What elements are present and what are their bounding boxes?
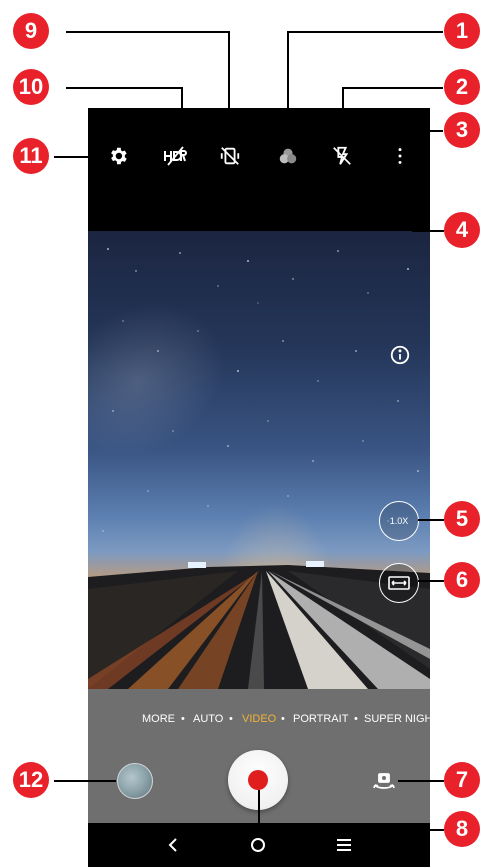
zoom-label: 1.0X (389, 516, 409, 526)
recents-icon[interactable] (334, 835, 354, 855)
mode-more[interactable]: MORE (142, 713, 175, 725)
callout-line-8 (258, 829, 444, 831)
top-toolbar (88, 108, 430, 231)
gallery-thumbnail[interactable] (117, 763, 153, 799)
info-icon[interactable] (389, 344, 411, 366)
callout-line-1-vertical (287, 31, 289, 144)
callout-badge-9: 9 (13, 13, 49, 49)
callout-badge-1: 1 (444, 13, 480, 49)
callout-line-12 (54, 780, 116, 782)
callout-line-10 (66, 87, 182, 89)
record-icon (248, 770, 268, 790)
callout-line-6 (418, 580, 444, 582)
camera-screen: 1.0X MORE • AUTO • VIDEO • PORTRAIT • SU… (88, 108, 430, 867)
mode-separator: • (229, 713, 233, 725)
callout-badge-6: 6 (444, 562, 480, 598)
callout-line-10-vertical (181, 87, 183, 144)
more-vert-icon[interactable] (389, 145, 411, 167)
callout-badge-10: 10 (13, 69, 49, 105)
callout-line-5 (418, 519, 444, 521)
camera-viewfinder[interactable] (88, 231, 430, 689)
callout-badge-5: 5 (444, 501, 480, 537)
callout-line-7 (398, 780, 444, 782)
switch-camera-icon[interactable] (372, 770, 396, 794)
callout-line-8-vertical (258, 790, 260, 830)
back-icon[interactable] (164, 835, 184, 855)
callout-badge-11: 11 (13, 138, 49, 174)
callout-line-9-vertical (228, 31, 230, 144)
callout-line-3 (401, 130, 443, 132)
callout-badge-3: 3 (444, 112, 480, 148)
callout-line-11 (54, 156, 106, 158)
mode-separator: • (181, 713, 185, 725)
callout-badge-7: 7 (444, 762, 480, 798)
mode-auto[interactable]: AUTO (193, 713, 223, 725)
gear-icon[interactable] (107, 145, 129, 167)
filter-icon[interactable] (277, 145, 299, 167)
callout-line-2 (343, 87, 443, 89)
callout-badge-2: 2 (444, 69, 480, 105)
callout-badge-8: 8 (444, 811, 480, 847)
callout-line-9 (66, 31, 229, 33)
callout-line-1 (288, 31, 443, 33)
home-icon[interactable] (248, 835, 268, 855)
mode-portrait[interactable]: PORTRAIT (293, 713, 348, 725)
mode-separator: • (281, 713, 285, 725)
callout-badge-12: 12 (13, 762, 49, 798)
flash-off-icon[interactable] (331, 145, 353, 167)
zoom-button[interactable]: 1.0X (379, 501, 419, 541)
mode-super-night[interactable]: SUPER NIGH (364, 713, 430, 725)
camera-mode-selector[interactable]: MORE • AUTO • VIDEO • PORTRAIT • SUPER N… (88, 713, 430, 731)
mode-video[interactable]: VIDEO (242, 713, 276, 725)
callout-line-3-vertical (400, 130, 402, 144)
callout-line-2-vertical (342, 87, 344, 144)
mode-separator: • (354, 713, 358, 725)
aspect-ratio-button[interactable] (379, 563, 419, 603)
hdr-off-icon[interactable] (163, 145, 187, 167)
aspect-ratio-icon (388, 576, 410, 590)
callout-badge-4: 4 (444, 212, 480, 248)
stabilization-off-icon[interactable] (219, 145, 241, 167)
callout-line-4 (412, 230, 444, 232)
